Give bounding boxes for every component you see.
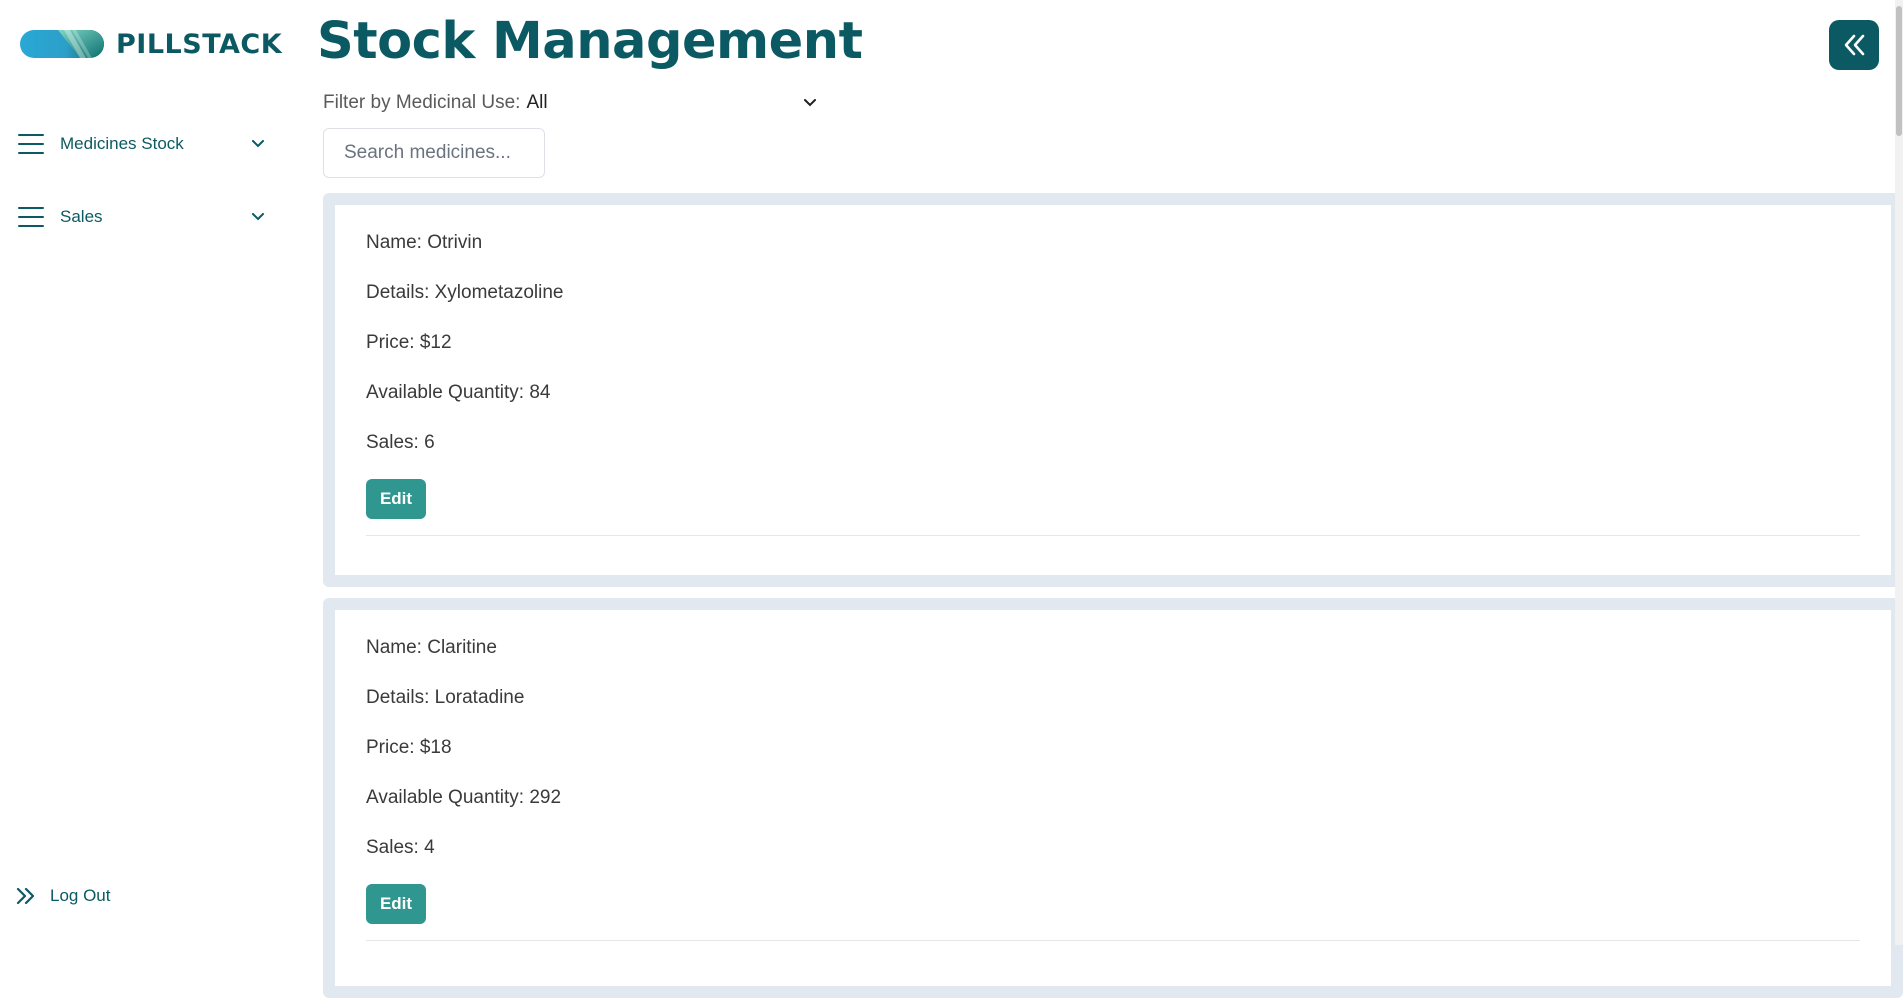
scrollbar[interactable] <box>1895 0 1903 945</box>
medicine-card-body: Name: Otrivin Details: Xylometazoline Pr… <box>335 205 1891 575</box>
medicine-quantity: Available Quantity: 292 <box>366 787 562 808</box>
filter-label: Filter by Medicinal Use: <box>323 92 521 113</box>
edit-button[interactable]: Edit <box>366 884 426 924</box>
medicine-card-body: Name: Claritine Details: Loratadine Pric… <box>335 610 1891 986</box>
menu-icon <box>18 207 44 227</box>
chevron-down-icon[interactable] <box>248 134 268 154</box>
logout-label: Log Out <box>50 886 111 905</box>
double-chevron-left-icon <box>1844 34 1865 56</box>
filter-value: All <box>526 92 548 113</box>
menu-icon <box>18 134 44 154</box>
chevron-down-icon <box>804 99 817 107</box>
medicine-details: Details: Loratadine <box>366 687 525 708</box>
logout-button[interactable]: Log Out <box>16 886 111 906</box>
medicinal-use-select[interactable]: All <box>526 92 817 114</box>
app-logo[interactable]: PILLSTACK <box>20 28 282 60</box>
medicine-quantity: Available Quantity: 84 <box>366 382 551 403</box>
medicine-price: Price: $12 <box>366 332 452 353</box>
search-input[interactable] <box>323 128 545 178</box>
medicine-price: Price: $18 <box>366 737 452 758</box>
sidebar-item-label: Medicines Stock <box>60 134 184 153</box>
app-name: PILLSTACK <box>116 28 283 60</box>
filter-row: Filter by Medicinal Use: All <box>323 92 817 114</box>
sidebar-item-label: Sales <box>60 207 103 226</box>
sidebar-item-sales[interactable]: Sales <box>18 197 268 237</box>
divider <box>366 940 1860 941</box>
scrollbar-thumb[interactable] <box>1896 6 1902 136</box>
medicine-name: Name: Claritine <box>366 637 497 658</box>
divider <box>366 535 1860 536</box>
medicine-details: Details: Xylometazoline <box>366 282 564 303</box>
sidebar: PILLSTACK Medicines Stock Sales Log Out <box>0 0 300 945</box>
medicine-card: Name: Otrivin Details: Xylometazoline Pr… <box>323 193 1903 587</box>
medicine-sales: Sales: 6 <box>366 432 435 453</box>
medicine-sales: Sales: 4 <box>366 837 435 858</box>
edit-button[interactable]: Edit <box>366 479 426 519</box>
double-chevron-right-icon <box>16 887 35 905</box>
medicine-card: Name: Claritine Details: Loratadine Pric… <box>323 598 1903 998</box>
pill-logo-icon <box>20 30 104 58</box>
sidebar-item-medicines-stock[interactable]: Medicines Stock <box>18 124 268 164</box>
medicine-name: Name: Otrivin <box>366 232 483 253</box>
chevron-down-icon[interactable] <box>248 207 268 227</box>
collapse-sidebar-button[interactable] <box>1829 20 1879 70</box>
page-title: Stock Management <box>317 12 863 71</box>
